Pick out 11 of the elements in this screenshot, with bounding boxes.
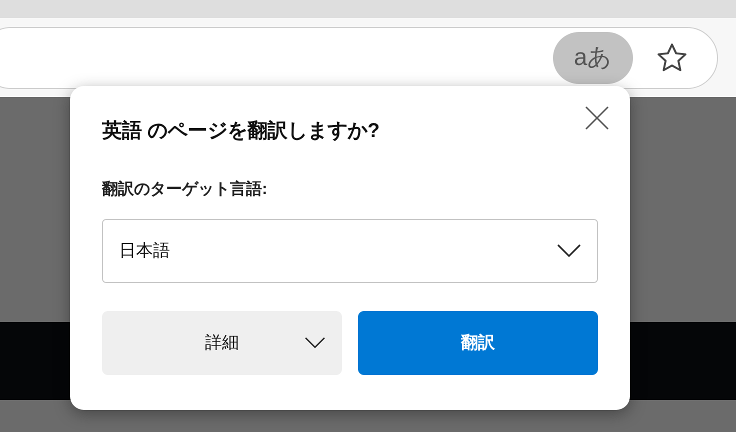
- details-button[interactable]: 詳細: [102, 311, 342, 375]
- language-select[interactable]: 日本語: [102, 219, 598, 283]
- translate-action-button[interactable]: 翻訳: [358, 311, 598, 375]
- dialog-title: 英語 のページを翻訳しますか?: [102, 119, 381, 144]
- translate-button[interactable]: aあ: [553, 32, 633, 84]
- close-icon[interactable]: [585, 106, 609, 130]
- selected-language: 日本語: [119, 240, 170, 262]
- chevron-down-icon: [557, 244, 581, 258]
- address-bar[interactable]: aあ: [0, 26, 718, 88]
- chevron-down-icon: [304, 337, 326, 349]
- target-language-label: 翻訳のターゲット言語:: [102, 179, 268, 200]
